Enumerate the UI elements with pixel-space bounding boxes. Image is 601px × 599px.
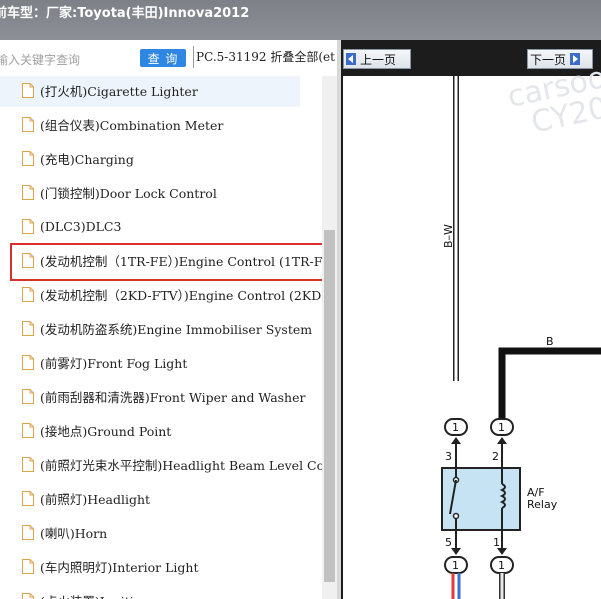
relay-pin-1: 1 bbox=[493, 536, 500, 549]
toolbar-divider bbox=[193, 46, 194, 68]
tree-item-label: (前雨刮器和清洗器)Front Wiper and Washer bbox=[40, 389, 306, 405]
document-icon bbox=[22, 456, 34, 472]
vehicle-model-prefix: 前车型： bbox=[0, 6, 47, 21]
document-icon bbox=[22, 286, 34, 302]
connector-top-right-number: 1 bbox=[498, 421, 505, 434]
document-icon bbox=[22, 422, 34, 438]
tree-item[interactable]: (喇叭)Horn bbox=[0, 515, 322, 549]
tree-item-label: (打火机)Cigarette Lighter bbox=[40, 83, 198, 99]
tree-item-label: (门锁控制)Door Lock Control bbox=[40, 185, 217, 201]
wire-color-label-top: B bbox=[546, 335, 554, 348]
left-panel: 查 询 PC.5-31192 折叠全部(et (打火机)Cigarette Li… bbox=[0, 40, 337, 599]
tree-item-label: (前照灯)Headlight bbox=[40, 491, 151, 507]
relay-pin-5: 5 bbox=[445, 536, 452, 549]
tree-item-label: (组合仪表)Combination Meter bbox=[40, 117, 224, 133]
arrow-right-icon bbox=[570, 53, 581, 65]
connector-top-left-number: 1 bbox=[452, 421, 459, 434]
document-icon bbox=[22, 490, 34, 506]
document-icon bbox=[22, 218, 34, 234]
previous-page-button[interactable]: 上一页 bbox=[343, 49, 411, 69]
next-page-label: 下一页 bbox=[530, 52, 567, 67]
tree-item[interactable]: (接地点)Ground Point bbox=[0, 413, 322, 447]
previous-page-label: 上一页 bbox=[360, 52, 397, 67]
wire-color-label-left: B–W bbox=[442, 224, 455, 248]
relay-name-line-2: Relay bbox=[527, 498, 558, 511]
diagram-viewer: 上一页 下一页 carsoo CY20 B–W B 1 1 3 2 A/F Re… bbox=[341, 40, 601, 599]
window-title-bar: 前车型：厂家:Toyota(丰田)Innova2012 bbox=[0, 0, 601, 40]
relay-pin-3: 3 bbox=[445, 450, 452, 463]
tree-item[interactable]: (点火装置)Ignition bbox=[0, 583, 322, 599]
tree-item-label: (喇叭)Horn bbox=[40, 525, 108, 541]
search-button[interactable]: 查 询 bbox=[140, 49, 186, 67]
document-icon bbox=[22, 184, 34, 200]
document-icon bbox=[22, 388, 34, 404]
tree-item-label: (DLC3)DLC3 bbox=[40, 218, 122, 234]
search-input[interactable] bbox=[0, 50, 134, 70]
tree-item[interactable]: (发动机防盗系统)Engine Immobiliser System bbox=[0, 311, 322, 345]
tree-scrollbar-thumb[interactable] bbox=[324, 230, 335, 582]
tree-item[interactable]: (前雾灯)Front Fog Light bbox=[0, 345, 322, 379]
af-relay-box bbox=[441, 467, 521, 531]
document-icon bbox=[22, 116, 34, 132]
search-bar: 查 询 PC.5-31192 折叠全部(et bbox=[0, 40, 337, 76]
tree-item-label: (充电)Charging bbox=[40, 151, 134, 167]
connector-bottom-right-number: 1 bbox=[498, 559, 505, 572]
tree-item-label: (点火装置)Ignition bbox=[40, 591, 149, 599]
vehicle-model-title: 厂家:Toyota(丰田)Innova2012 bbox=[46, 6, 250, 21]
document-icon bbox=[22, 320, 34, 336]
tree-item[interactable]: (前雨刮器和清洗器)Front Wiper and Washer bbox=[0, 379, 322, 413]
tree-item[interactable]: (打火机)Cigarette Lighter bbox=[0, 76, 300, 107]
wiring-diagram: B–W B 1 1 3 2 A/F Relay 5 1 1 1 bbox=[441, 76, 601, 599]
tree-item[interactable]: (组合仪表)Combination Meter bbox=[0, 107, 322, 141]
document-icon bbox=[22, 354, 34, 370]
tree-item[interactable]: (充电)Charging bbox=[0, 141, 322, 175]
tree-item-label: (发动机防盗系统)Engine Immobiliser System bbox=[40, 321, 313, 337]
connector-bottom-left-number: 1 bbox=[452, 559, 459, 572]
tree-item[interactable]: (门锁控制)Door Lock Control bbox=[0, 175, 322, 209]
document-icon bbox=[22, 82, 34, 98]
tree-item-label: (前照灯光束水平控制)Headlight Beam Level Control bbox=[40, 457, 322, 473]
document-icon bbox=[22, 558, 34, 574]
arrow-left-icon bbox=[346, 53, 356, 65]
tree-item[interactable]: (前照灯光束水平控制)Headlight Beam Level Control bbox=[0, 447, 322, 481]
wiring-diagram-tree: (打火机)Cigarette Lighter (组合仪表)Combination … bbox=[0, 76, 322, 599]
tree-item-label: (前雾灯)Front Fog Light bbox=[40, 355, 188, 371]
tree-item-label: (发动机控制（2KD-FTV）)Engine Control (2KD-FTV) bbox=[40, 287, 322, 303]
document-icon bbox=[22, 252, 34, 268]
tree-item[interactable]: (发动机控制（2KD-FTV）)Engine Control (2KD-FTV) bbox=[0, 277, 322, 311]
document-icon bbox=[22, 150, 34, 166]
wire-red-blue bbox=[451, 573, 461, 599]
wire-b bbox=[498, 347, 601, 421]
tree-item-label: (发动机控制（1TR-FE）)Engine Control (1TR-FE) bbox=[40, 253, 322, 269]
tree-item[interactable]: (前照灯)Headlight bbox=[0, 481, 322, 515]
document-icon bbox=[22, 592, 34, 599]
tree-item[interactable]: (车内照明灯)Interior Light bbox=[0, 549, 322, 583]
part-code-collapse-all[interactable]: PC.5-31192 折叠全部(et bbox=[196, 48, 335, 65]
tree-item[interactable]: (DLC3)DLC3 bbox=[0, 209, 322, 243]
tree-item[interactable]: (发动机控制（1TR-FE）)Engine Control (1TR-FE) bbox=[0, 243, 322, 281]
relay-pin-2: 2 bbox=[492, 450, 499, 463]
tree-scrollbar[interactable] bbox=[322, 76, 337, 599]
tree-item-label: (接地点)Ground Point bbox=[40, 423, 172, 439]
tree-item-label: (车内照明灯)Interior Light bbox=[40, 559, 199, 575]
document-icon bbox=[22, 524, 34, 540]
